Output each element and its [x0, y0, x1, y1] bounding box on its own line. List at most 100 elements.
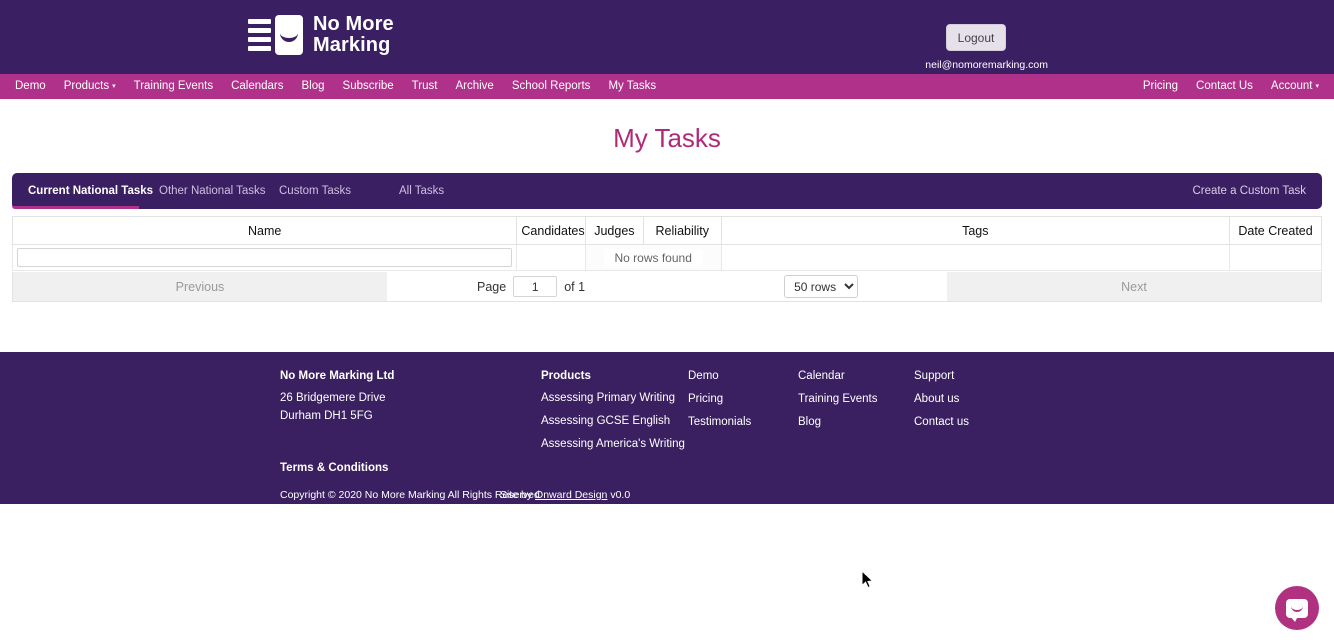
footer-address-line2: Durham DH1 5FG [280, 410, 520, 422]
nav-item-training-events[interactable]: Training Events [125, 74, 222, 99]
nav-item-account-label: Account [1271, 80, 1313, 92]
nav-item-contact-us[interactable]: Contact Us [1187, 74, 1262, 99]
nav-item-subscribe[interactable]: Subscribe [334, 74, 403, 99]
no-rows-found-message: No rows found [605, 249, 702, 267]
logo-bars-icon [248, 19, 271, 51]
nav-item-products[interactable]: Products▾ [55, 74, 125, 100]
nav-left-group: Demo Products▾ Training Events Calendars… [0, 74, 665, 100]
nav-item-school-reports[interactable]: School Reports [503, 74, 600, 99]
footer-link-testimonials[interactable]: Testimonials [688, 416, 798, 428]
footer-site-by: Site by Onward Design v0.0 [500, 489, 630, 501]
nav-item-pricing-label: Pricing [1143, 80, 1178, 92]
page-number-input[interactable] [513, 276, 557, 297]
tab-other-national-tasks[interactable]: Other National Tasks [139, 173, 259, 209]
footer-link-calendar[interactable]: Calendar [798, 370, 913, 382]
footer-link-about-us[interactable]: About us [914, 393, 1034, 405]
column-header-tags[interactable]: Tags [721, 217, 1229, 245]
filter-cell-candidates [517, 245, 585, 271]
tab-custom-tasks[interactable]: Custom Tasks [259, 173, 379, 209]
footer-link-blog[interactable]: Blog [798, 416, 913, 428]
footer-site-by-link[interactable]: Onward Design [535, 489, 607, 501]
rows-per-page-select[interactable]: 50 rows [784, 275, 858, 298]
logo-text: No More Marking [313, 14, 394, 56]
column-header-name[interactable]: Name [13, 217, 517, 245]
footer-terms-and-conditions-link[interactable]: Terms & Conditions [280, 462, 388, 474]
footer-address-line1: 26 Bridgemere Drive [280, 392, 520, 404]
chevron-down-icon: ▾ [112, 83, 116, 90]
nav-item-calendars[interactable]: Calendars [222, 74, 292, 99]
intercom-chat-launcher[interactable] [1275, 586, 1319, 630]
nav-item-school-reports-label: School Reports [512, 80, 591, 92]
footer-column-three: Demo Pricing Testimonials [688, 370, 798, 439]
page-label: Page [477, 280, 506, 294]
previous-page-button[interactable]: Previous [13, 272, 387, 301]
footer-link-pricing[interactable]: Pricing [688, 393, 798, 405]
main-navigation: Demo Products▾ Training Events Calendars… [0, 74, 1334, 99]
nav-item-archive[interactable]: Archive [446, 74, 502, 99]
tasks-table: Name Candidates Judges Reliability Tags … [12, 216, 1322, 271]
name-filter-input[interactable] [17, 248, 512, 267]
logout-button[interactable]: Logout [946, 24, 1006, 51]
footer-link-assessing-americas-writing[interactable]: Assessing America's Writing [541, 438, 691, 450]
footer-inner: No More Marking Ltd 26 Bridgemere Drive … [0, 352, 1334, 504]
tab-current-national-tasks[interactable]: Current National Tasks [12, 173, 139, 209]
next-page-button[interactable]: Next [947, 272, 1321, 301]
footer-link-assessing-primary-writing[interactable]: Assessing Primary Writing [541, 392, 691, 404]
nav-item-subscribe-label: Subscribe [343, 80, 394, 92]
pagination-bar: Previous Page of 1 50 rows Next [12, 272, 1322, 302]
logo-text-line1: No More [313, 14, 394, 35]
column-header-reliability[interactable]: Reliability [643, 217, 721, 245]
footer-company-name: No More Marking Ltd [280, 370, 520, 382]
page-total-label: of 1 [564, 280, 585, 294]
tab-all-tasks[interactable]: All Tasks [379, 173, 499, 209]
logo-smile-icon [280, 32, 298, 42]
filter-cell-tags [721, 245, 1229, 271]
tasks-table-head: Name Candidates Judges Reliability Tags … [13, 217, 1322, 245]
footer-company-column: No More Marking Ltd 26 Bridgemere Drive … [280, 370, 520, 428]
footer-site-by-prefix: Site by [500, 489, 535, 501]
chat-smile-icon [1291, 606, 1303, 612]
column-header-candidates[interactable]: Candidates [517, 217, 585, 245]
task-tabs: Current National Tasks Other National Ta… [12, 173, 1322, 209]
site-logo[interactable]: No More Marking [248, 14, 394, 56]
footer-products-heading: Products [541, 370, 691, 382]
logo-mark-icon [248, 15, 303, 55]
user-email-label: neil@nomoremarking.com [925, 59, 1048, 71]
nav-item-trust-label: Trust [412, 80, 438, 92]
nav-item-account[interactable]: Account▾ [1262, 74, 1328, 100]
footer-link-contact-us[interactable]: Contact us [914, 416, 1034, 428]
tasks-table-body: No rows found [13, 245, 1322, 271]
footer-site-by-version: v0.0 [607, 489, 630, 501]
filter-cell-date-created [1230, 245, 1322, 271]
footer-column-five: Support About us Contact us [914, 370, 1034, 439]
nav-item-my-tasks-label: My Tasks [608, 80, 656, 92]
nav-item-archive-label: Archive [455, 80, 493, 92]
empty-state-cell: No rows found [585, 245, 721, 271]
create-custom-task-link[interactable]: Create a Custom Task [1192, 173, 1306, 209]
nav-right-group: Pricing Contact Us Account▾ [1134, 74, 1328, 100]
column-header-judges[interactable]: Judges [585, 217, 643, 245]
footer-link-assessing-gcse-english[interactable]: Assessing GCSE English [541, 415, 691, 427]
filter-cell-name [13, 245, 517, 271]
column-header-date-created[interactable]: Date Created [1230, 217, 1322, 245]
logo-card-icon [275, 15, 303, 55]
nav-item-demo-label: Demo [15, 80, 46, 92]
nav-item-products-label: Products [64, 80, 109, 92]
tab-all-tasks-label: All Tasks [399, 185, 444, 197]
footer-link-training-events[interactable]: Training Events [798, 393, 913, 405]
footer-column-four: Calendar Training Events Blog [798, 370, 913, 439]
nav-item-blog[interactable]: Blog [293, 74, 334, 99]
nav-item-demo[interactable]: Demo [6, 74, 55, 99]
nav-item-trust[interactable]: Trust [403, 74, 447, 99]
nav-item-calendars-label: Calendars [231, 80, 283, 92]
footer-link-support[interactable]: Support [914, 370, 1034, 382]
tasks-table-container: Name Candidates Judges Reliability Tags … [0, 216, 1334, 302]
logo-text-line2: Marking [313, 35, 394, 56]
nav-item-my-tasks[interactable]: My Tasks [599, 74, 665, 99]
nav-item-pricing[interactable]: Pricing [1134, 74, 1187, 99]
mouse-cursor [861, 570, 875, 590]
tab-other-national-tasks-label: Other National Tasks [159, 185, 266, 197]
footer-link-demo[interactable]: Demo [688, 370, 798, 382]
nav-item-blog-label: Blog [302, 80, 325, 92]
chevron-down-icon: ▾ [1315, 83, 1319, 90]
